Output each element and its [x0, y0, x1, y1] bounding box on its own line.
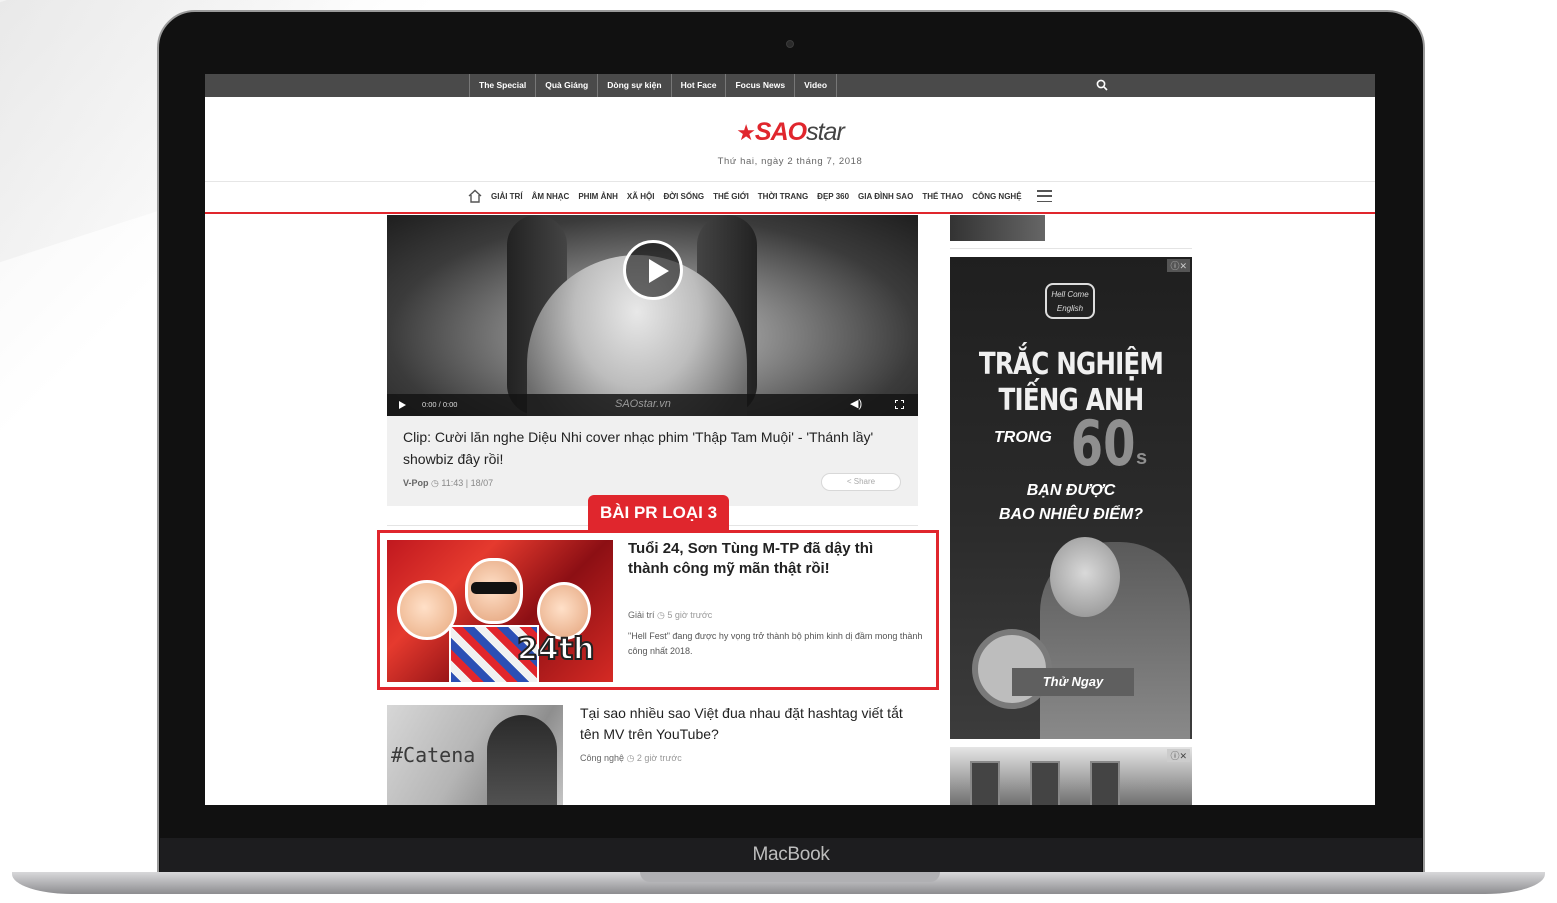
ad-trong-text: TRONG	[994, 429, 1052, 446]
ad-question-line-2: BAO NHIÊU ĐIỂM?	[999, 506, 1143, 523]
play-icon[interactable]	[399, 401, 406, 409]
search-icon[interactable]	[1096, 79, 1108, 91]
nav-dep-360[interactable]: ĐẸP 360	[817, 192, 849, 201]
nav-the-thao[interactable]: THỂ THAO	[922, 192, 963, 201]
article-title[interactable]: Clip: Cười lăn nghe Diệu Nhi cover nhạc …	[403, 426, 883, 470]
logo-star-text: star	[806, 118, 845, 146]
nav-gia-dinh-sao[interactable]: GIA ĐÌNH SAO	[858, 192, 913, 201]
ad-question: BẠN ĐƯỢC BAO NHIÊU ĐIỂM?	[950, 479, 1192, 527]
pr-article-category[interactable]: Giải trí	[628, 610, 655, 620]
thumb-person	[487, 715, 557, 805]
top-nav: The Special Quà Giáng Dòng sự kiện Hot F…	[469, 74, 838, 97]
play-button[interactable]	[623, 240, 683, 300]
topnav-hot-face[interactable]: Hot Face	[672, 74, 727, 97]
article-category[interactable]: Công nghệ	[580, 753, 624, 763]
article-thumbnail[interactable]: #Catena	[387, 705, 563, 805]
ad-window-shape	[1030, 761, 1060, 805]
clock-icon: ◷	[431, 478, 442, 488]
thumb-face	[397, 580, 457, 640]
thumb-birthday-text: 24th	[516, 631, 595, 668]
ad-window-shape	[1090, 761, 1120, 805]
ad-unit: s	[1136, 447, 1148, 469]
camera-icon	[786, 40, 794, 48]
article-meta: V-Pop ◷ 11:43 | 18/07	[403, 478, 493, 489]
sidebar-thumbnail[interactable]	[950, 215, 1045, 241]
nav-phim-anh[interactable]: PHIM ẢNH	[578, 192, 618, 201]
thumb-hashtag-text: #Catena	[391, 743, 476, 767]
video-controls: 0:00 / 0:00 SAOstar.vn ◀)	[387, 394, 918, 416]
pr-article-card[interactable]: 24th Tuổi 24, Sơn Tùng M-TP đã dậy thì t…	[377, 530, 939, 690]
ad-close-icon[interactable]: ⓘ✕	[1167, 749, 1190, 762]
top-bar: The Special Quà Giáng Dòng sự kiện Hot F…	[205, 74, 1375, 97]
pr-article-time: 5 giờ trước	[667, 610, 713, 620]
share-icon: <	[846, 477, 854, 486]
pr-article-title[interactable]: Tuổi 24, Sơn Tùng M-TP đã dậy thì thành …	[628, 539, 918, 579]
hamburger-menu-icon[interactable]	[1036, 190, 1052, 202]
article-time: 2 giờ trước	[636, 753, 682, 763]
ad-cta-button[interactable]: Thử Ngay	[1012, 668, 1134, 696]
ad-close-icon[interactable]: ⓘ✕	[1167, 259, 1190, 272]
sidebar-ad[interactable]: ⓘ✕ Hell Come English TRẮC NGHIỆM TIẾNG A…	[950, 257, 1192, 739]
fullscreen-icon[interactable]	[895, 400, 904, 409]
video-player[interactable]: 0:00 / 0:00 SAOstar.vn ◀)	[387, 215, 918, 416]
logo-sao-text: SAO	[754, 118, 807, 146]
video-watermark: SAOstar.vn	[615, 398, 671, 410]
nav-xa-hoi[interactable]: XÃ HỘI	[627, 192, 655, 201]
topnav-video[interactable]: Video	[795, 74, 838, 97]
share-label: Share	[853, 477, 876, 486]
content-area: 0:00 / 0:00 SAOstar.vn ◀) Clip: Cười lăn…	[205, 215, 1375, 805]
star-icon: ★	[736, 120, 756, 145]
topnav-qua-giang[interactable]: Quà Giáng	[536, 74, 599, 97]
browser-screen: The Special Quà Giáng Dòng sự kiện Hot F…	[205, 74, 1375, 805]
clock-icon: ◷	[626, 753, 637, 763]
volume-icon[interactable]: ◀)	[850, 397, 862, 410]
pr-article-description: "Hell Fest" đang được hy vọng trở thành …	[628, 631, 923, 656]
clock-icon: ◷	[657, 610, 668, 620]
video-time: 0:00 / 0:00	[422, 400, 458, 409]
ad-window-shape	[970, 761, 1000, 805]
current-date: Thứ hai, ngày 2 tháng 7, 2018	[717, 156, 863, 167]
site-logo[interactable]: ★SAOstar	[205, 118, 1375, 147]
ad-logo: Hell Come English	[1045, 283, 1095, 319]
nav-am-nhac[interactable]: ÂM NHẠC	[532, 192, 570, 201]
article-meta: Công nghệ ◷ 2 giờ trước	[580, 753, 682, 764]
nav-the-gioi[interactable]: THẾ GIỚI	[713, 192, 749, 201]
nav-cong-nghe[interactable]: CÔNG NGHỆ	[972, 192, 1021, 201]
sidebar-ad-2[interactable]: ⓘ✕	[950, 747, 1192, 805]
ad-person-head	[1050, 537, 1120, 617]
article-time: 11:43 | 18/07	[441, 478, 494, 488]
pr-article-meta: Giải trí ◷ 5 giờ trước	[628, 610, 712, 621]
nav-thoi-trang[interactable]: THỜI TRANG	[758, 192, 808, 201]
topnav-the-special[interactable]: The Special	[470, 74, 537, 97]
divider	[950, 248, 1192, 249]
nav-giai-tri[interactable]: GIẢI TRÍ	[491, 192, 523, 201]
video-article-card[interactable]: Clip: Cười lăn nghe Diệu Nhi cover nhạc …	[387, 416, 918, 506]
ad-number: 60	[1070, 407, 1136, 480]
article-category[interactable]: V-Pop	[403, 478, 429, 488]
ad-question-line-1: BẠN ĐƯỢC	[1026, 482, 1116, 499]
share-button[interactable]: < Share	[821, 473, 901, 491]
main-nav: GIẢI TRÍ ÂM NHẠC PHIM ẢNH XÃ HỘI ĐỜI SỐN…	[205, 181, 1375, 214]
device-brand: MacBook	[752, 844, 830, 865]
laptop-notch	[640, 872, 940, 882]
nav-doi-song[interactable]: ĐỜI SỐNG	[663, 192, 704, 201]
home-icon[interactable]	[467, 188, 483, 204]
thumb-sunglasses	[471, 582, 517, 594]
pr-label-badge: BÀI PR LOẠI 3	[588, 495, 729, 530]
article-title[interactable]: Tại sao nhiều sao Việt đua nhau đặt hash…	[580, 703, 910, 745]
topnav-dong-su-kien[interactable]: Dòng sự kiện	[598, 74, 672, 97]
ad-headline-line-1: TRẮC NGHIỆM	[978, 347, 1164, 382]
topnav-focus-news[interactable]: Focus News	[726, 74, 796, 97]
pr-article-thumbnail[interactable]: 24th	[387, 540, 613, 682]
